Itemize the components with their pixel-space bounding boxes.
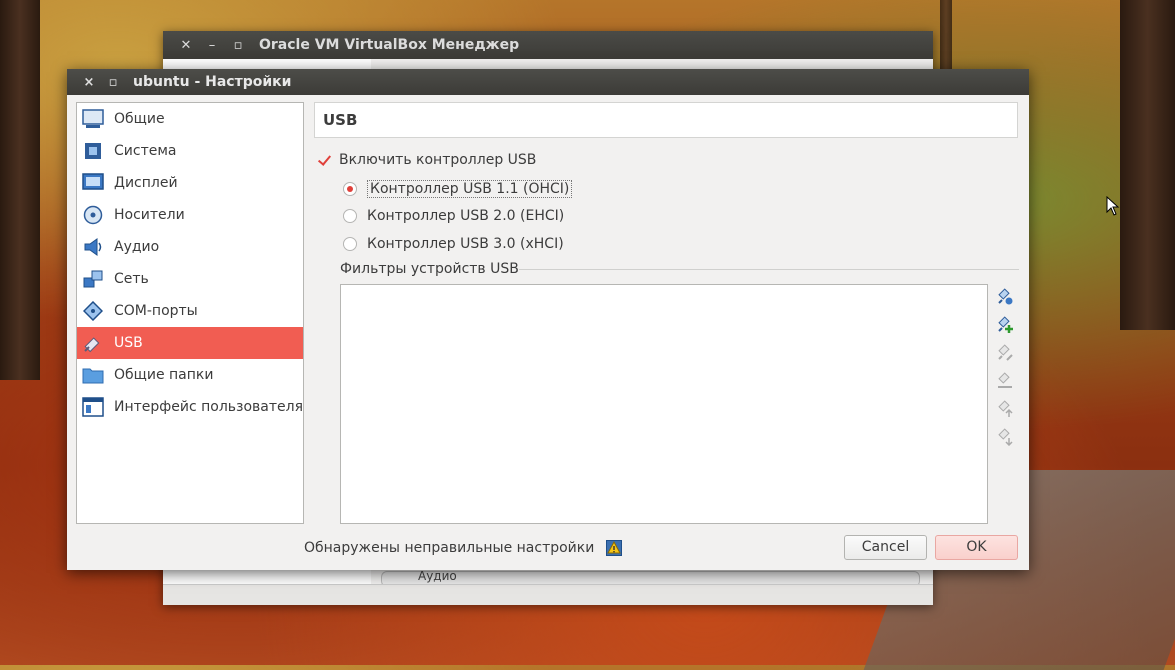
warning-icon[interactable] <box>606 540 623 556</box>
dialog-title: ubuntu - Настройки <box>133 74 292 90</box>
cancel-button[interactable]: Cancel <box>844 535 927 560</box>
usb-1-1-label: Контроллер USB 1.1 (OHCI) <box>367 180 573 198</box>
mouse-cursor-icon <box>1106 196 1120 216</box>
maximize-icon[interactable]: ▫ <box>225 38 251 53</box>
radio-indicator <box>343 182 357 196</box>
filter-toolbar <box>995 287 1015 455</box>
sidebar-item-user-interface[interactable]: Интерфейс пользователя <box>77 391 303 423</box>
sidebar-item-label: Общие <box>114 111 165 127</box>
network-icon <box>82 268 104 290</box>
sidebar-item-label: Носители <box>114 207 185 223</box>
close-icon[interactable]: ✕ <box>173 38 199 53</box>
usb-filters-list[interactable] <box>340 284 988 524</box>
sidebar-item-audio[interactable]: Аудио <box>77 231 303 263</box>
move-down-icon <box>998 428 1013 446</box>
sidebar-item-storage[interactable]: Носители <box>77 199 303 231</box>
folder-icon <box>82 364 104 386</box>
sidebar-item-system[interactable]: Система <box>77 135 303 167</box>
add-filter-button[interactable] <box>995 287 1015 307</box>
tree-trunk <box>0 0 40 380</box>
move-down-button[interactable] <box>995 427 1015 447</box>
warning-text: Обнаружены неправильные настройки <box>304 540 595 556</box>
sidebar-item-label: Система <box>114 143 177 159</box>
settings-sidebar: Общие Система Дисплей Носители Аудио Сет… <box>76 102 304 524</box>
edit-filter-button[interactable] <box>995 343 1015 363</box>
sidebar-item-label: USB <box>114 335 143 351</box>
sidebar-item-usb[interactable]: USB <box>77 327 303 359</box>
speaker-icon <box>82 236 104 258</box>
sidebar-item-shared-folders[interactable]: Общие папки <box>77 359 303 391</box>
checkmark-icon <box>317 153 331 167</box>
monitor-icon <box>82 108 104 130</box>
sidebar-item-display[interactable]: Дисплей <box>77 167 303 199</box>
manager-statusbar <box>163 584 933 605</box>
remove-filter-button[interactable] <box>995 371 1015 391</box>
add-from-device-button[interactable] <box>995 315 1015 335</box>
usb-1-1-radio[interactable]: Контроллер USB 1.1 (OHCI) <box>343 180 573 198</box>
serial-port-icon <box>82 300 104 322</box>
settings-dialog: × ▫ ubuntu - Настройки Общие Система Дис… <box>67 69 1029 570</box>
invalid-settings-warning: Обнаружены неправильные настройки <box>304 540 623 556</box>
disk-icon <box>82 204 104 226</box>
sidebar-item-label: COM-порты <box>114 303 198 319</box>
tree-trunk <box>1120 0 1175 330</box>
group-divider <box>519 269 1019 270</box>
enable-usb-label: Включить контроллер USB <box>339 152 537 168</box>
page-title: USB <box>323 111 358 129</box>
chip-icon <box>82 140 104 162</box>
audio-section-label: Аудио <box>418 569 457 583</box>
radio-indicator <box>343 237 357 251</box>
sidebar-item-label: Дисплей <box>114 175 178 191</box>
usb-3-0-radio[interactable]: Контроллер USB 3.0 (xHCI) <box>343 236 564 252</box>
window-icon <box>82 396 104 418</box>
usb-icon <box>82 332 104 354</box>
usb-2-0-label: Контроллер USB 2.0 (EHCI) <box>367 208 565 224</box>
usb-filters-label: Фильтры устройств USB <box>340 261 519 277</box>
manager-titlebar: ✕ – ▫ Oracle VM VirtualBox Менеджер <box>163 31 933 59</box>
page-header: USB <box>314 102 1018 138</box>
add-from-device-icon <box>998 316 1013 333</box>
sidebar-item-label: Сеть <box>114 271 149 287</box>
sidebar-item-label: Общие папки <box>114 367 214 383</box>
enable-usb-checkbox[interactable]: Включить контроллер USB <box>317 152 536 168</box>
remove-filter-icon <box>998 372 1012 388</box>
sidebar-item-network[interactable]: Сеть <box>77 263 303 295</box>
move-up-icon <box>998 400 1013 417</box>
usb-3-0-label: Контроллер USB 3.0 (xHCI) <box>367 236 564 252</box>
add-filter-icon <box>998 288 1013 305</box>
sidebar-item-general[interactable]: Общие <box>77 103 303 135</box>
minimize-icon[interactable]: – <box>199 38 225 53</box>
manager-title: Oracle VM VirtualBox Менеджер <box>259 37 520 53</box>
move-up-button[interactable] <box>995 399 1015 419</box>
sidebar-item-label: Аудио <box>114 239 160 255</box>
restore-icon[interactable]: ▫ <box>101 75 125 90</box>
usb-2-0-radio[interactable]: Контроллер USB 2.0 (EHCI) <box>343 208 564 224</box>
display-icon <box>82 172 104 194</box>
ok-button[interactable]: OK <box>935 535 1018 560</box>
radio-indicator <box>343 209 357 223</box>
sidebar-item-label: Интерфейс пользователя <box>114 399 304 415</box>
sidebar-item-com-ports[interactable]: COM-порты <box>77 295 303 327</box>
dialog-titlebar: × ▫ ubuntu - Настройки <box>67 69 1029 95</box>
edit-filter-icon <box>998 344 1013 361</box>
close-icon[interactable]: × <box>77 75 101 90</box>
